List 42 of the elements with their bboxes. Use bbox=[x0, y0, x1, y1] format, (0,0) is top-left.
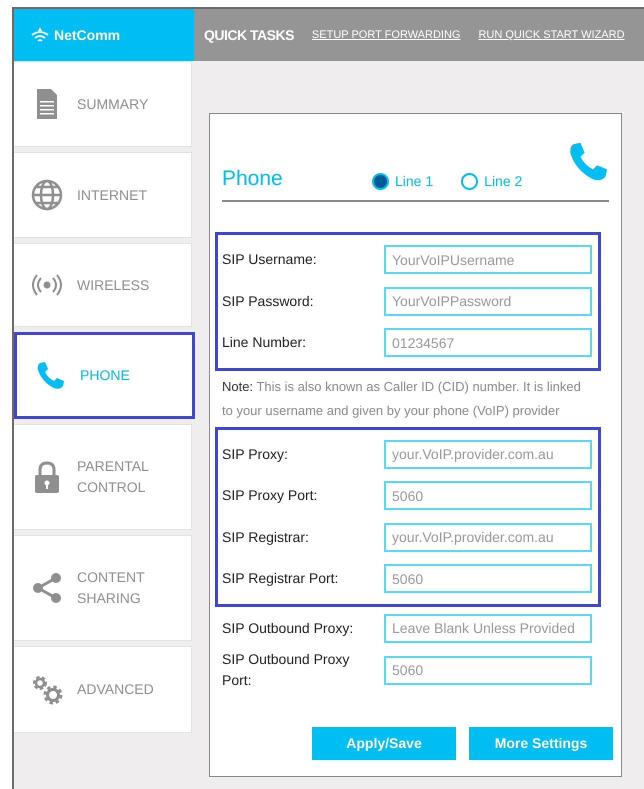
field-label: SIP Proxy Port: bbox=[222, 486, 318, 506]
field-label: SIP Registrar Port: bbox=[222, 569, 340, 588]
quick-task-link[interactable]: SETUP PORT FORWARDING bbox=[312, 26, 460, 44]
field-label: SIP Outbound Proxy Port: bbox=[222, 650, 350, 690]
sidebar-item[interactable]: INTERNET bbox=[14, 152, 192, 238]
field-label: SIP Username: bbox=[222, 250, 318, 270]
quick-task-link[interactable]: RUN QUICK START WIZARD bbox=[478, 26, 625, 44]
lock-icon bbox=[33, 461, 61, 493]
field-label: SIP Outbound Proxy: bbox=[222, 618, 354, 638]
input-field[interactable]: your.VoIP.provider.com.au bbox=[384, 440, 592, 469]
gears-icon bbox=[31, 674, 63, 706]
input-field[interactable]: YourVoIPPassword bbox=[384, 286, 592, 316]
sidebar-item[interactable]: ADVANCED bbox=[14, 646, 192, 733]
input-field[interactable]: 5060 bbox=[384, 564, 592, 594]
note-text: Note: This is also known as Caller ID (CID) number. It is linked to your username and given by your phone (VoIP) provider bbox=[222, 378, 582, 420]
sidebar-item[interactable]: CONTENT SHARING bbox=[14, 535, 192, 641]
field-label: SIP Proxy: bbox=[222, 444, 289, 464]
input-field[interactable]: 01234567 bbox=[384, 328, 592, 358]
quick-tasks-title: QUICK TASKS bbox=[204, 26, 294, 45]
action-button[interactable]: More Settings bbox=[469, 727, 613, 760]
input-field[interactable]: Leave Blank Unless Provided bbox=[384, 614, 592, 643]
brand-name: NetComm bbox=[54, 26, 120, 44]
panel-title: Phone bbox=[222, 166, 284, 192]
sidebar-item[interactable]: SUMMARY bbox=[14, 61, 192, 147]
field-label: Line Number: bbox=[222, 333, 308, 352]
field-label: SIP Registrar: bbox=[222, 528, 310, 547]
input-field[interactable]: your.VoIP.provider.com.au bbox=[384, 522, 592, 552]
input-field[interactable]: YourVoIPUsername bbox=[384, 245, 592, 274]
sidebar-item[interactable]: WIRELESS bbox=[14, 243, 192, 327]
sidebar-item[interactable]: PHONE bbox=[14, 332, 195, 419]
field-label: SIP Password: bbox=[222, 292, 315, 311]
line-radio[interactable]: Line 1 bbox=[372, 171, 434, 192]
wireless-icon bbox=[31, 272, 63, 298]
action-button[interactable]: Apply/Save bbox=[312, 727, 456, 760]
input-field[interactable]: 5060 bbox=[384, 656, 592, 684]
document-icon bbox=[35, 88, 59, 120]
sidebar-item[interactable]: PARENTAL CONTROL bbox=[14, 424, 192, 530]
line-radio[interactable]: Line 2 bbox=[461, 171, 522, 192]
wifi-logo-icon bbox=[30, 26, 50, 44]
globe-icon bbox=[31, 179, 63, 211]
share-icon bbox=[32, 572, 62, 604]
input-field[interactable]: 5060 bbox=[384, 481, 592, 510]
